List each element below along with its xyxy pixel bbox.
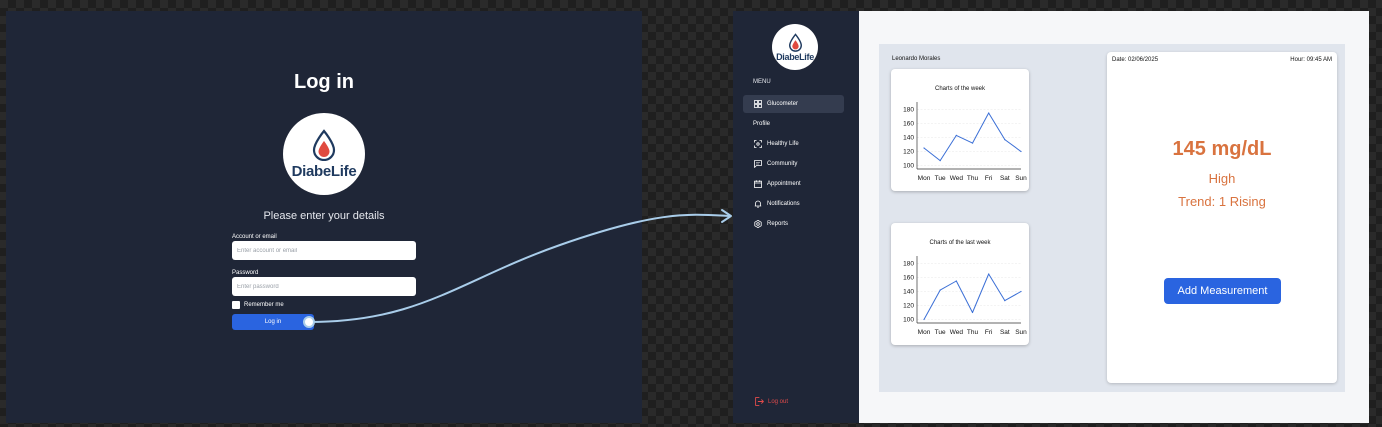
sidebar-item-healthy-life[interactable]: Healthy Life [743, 135, 844, 153]
password-label: Password [232, 270, 259, 276]
y-tick-label: 120 [903, 303, 914, 310]
sidebar-item-label: Glucometer [767, 101, 799, 107]
sidebar-logo-text: DiabeLife [776, 51, 814, 62]
login-subtitle: Please enter your details [263, 210, 385, 222]
logout-label: Log out [768, 398, 789, 405]
reading-card: Date: 02/06/2025 Hour: 09:45 AM 145 mg/d… [1107, 52, 1337, 383]
data-point [955, 280, 957, 282]
menu-label: MENU [753, 79, 771, 85]
grid-icon [753, 100, 762, 109]
gear-icon [753, 220, 762, 229]
data-point [955, 134, 957, 136]
sidebar: DiabeLife MENU Glucometer Profile Health… [733, 11, 859, 423]
remember-label: Remember me [244, 302, 284, 308]
glucose-status: High [1208, 171, 1236, 186]
x-tick-label: Mon [918, 329, 931, 336]
app-logo: DiabeLife [283, 113, 365, 195]
sidebar-item-label: Community [767, 161, 798, 167]
sidebar-item-glucometer[interactable]: Glucometer [743, 95, 844, 113]
data-point [988, 112, 990, 114]
dashboard: Leonardo Morales Charts of the week 100 1… [859, 11, 1369, 423]
remember-me: Remember me [232, 301, 284, 309]
last-week-chart-card: Charts of the last week 100 120 140 160 180 M… [891, 223, 1029, 345]
sidebar-item-reports[interactable]: Reports [743, 215, 844, 233]
x-tick-label: Sun [1015, 175, 1027, 182]
series-line [923, 112, 1022, 162]
blood-drop-icon [312, 128, 336, 161]
data-point [923, 147, 925, 149]
x-tick-label: Thu [967, 175, 979, 182]
data-point [971, 311, 974, 314]
blood-drop-icon [788, 32, 802, 52]
chat-icon [753, 160, 762, 169]
dashboard-panel: Leonardo Morales Charts of the week 100 1… [879, 44, 1345, 392]
add-measurement-button[interactable]: Add Measurement [1164, 278, 1281, 304]
bell-icon [753, 200, 762, 209]
x-tick-label: Sat [1000, 175, 1010, 182]
data-point [988, 273, 990, 275]
y-tick-label: 140 [903, 289, 914, 296]
remember-checkbox[interactable] [232, 301, 240, 309]
y-tick-label: 100 [903, 163, 914, 170]
reading-date: Date: 02/06/2025 [1112, 57, 1159, 63]
y-tick-label: 140 [903, 135, 914, 142]
x-tick-label: Sat [1000, 329, 1010, 336]
data-point [939, 160, 941, 162]
x-tick-label: Wed [950, 329, 964, 336]
x-tick-label: Fri [985, 329, 993, 336]
scan-icon [753, 140, 762, 149]
reading-hour: Hour: 09:45 AM [1290, 57, 1332, 63]
y-tick-label: 100 [903, 317, 914, 324]
account-input[interactable] [232, 241, 416, 260]
sidebar-item-label: Appointment [767, 181, 801, 187]
x-tick-label: Thu [967, 329, 979, 336]
sidebar-item-label: Notifications [767, 201, 800, 207]
glucose-trend: Trend: 1 Rising [1178, 194, 1266, 209]
y-tick-label: 180 [903, 261, 914, 268]
y-tick-label: 180 [903, 107, 914, 114]
logout-icon [755, 397, 764, 406]
sidebar-logo: DiabeLife [772, 24, 818, 70]
data-point [1004, 300, 1006, 302]
data-point [1004, 139, 1006, 141]
y-tick-label: 160 [903, 275, 914, 282]
sidebar-item-notifications[interactable]: Notifications [743, 195, 844, 213]
y-tick-label: 120 [903, 149, 914, 156]
logo-text: DiabeLife [291, 162, 357, 180]
login-title: Log in [294, 71, 354, 93]
x-tick-label: Wed [950, 175, 964, 182]
data-point [971, 142, 974, 144]
x-tick-label: Tue [935, 175, 946, 182]
sidebar-item-appointment[interactable]: Appointment [743, 175, 844, 193]
data-point [939, 289, 941, 291]
x-tick-label: Tue [935, 329, 946, 336]
account-label: Account or email [232, 234, 277, 240]
y-tick-label: 160 [903, 121, 914, 128]
sidebar-item-profile[interactable]: Profile [743, 115, 844, 133]
user-name: Leonardo Morales [892, 56, 941, 62]
x-tick-label: Fri [985, 175, 993, 182]
password-input[interactable] [232, 277, 416, 296]
x-tick-label: Mon [918, 175, 931, 182]
last-week-chart: 100 120 140 160 180 Mon Tue Wed Thu Fri Sat Sun [903, 256, 1027, 336]
glucose-value: 145 mg/dL [1172, 138, 1272, 160]
logout-link[interactable]: Log out [755, 397, 788, 406]
x-tick-label: Sun [1015, 329, 1027, 336]
weekly-chart-card: Charts of the week 100 120 140 160 180 Mon Tue… [891, 69, 1029, 191]
calendar-icon [753, 180, 762, 189]
sidebar-item-label: Reports [767, 221, 789, 227]
data-point [1020, 150, 1022, 153]
weekly-chart: 100 120 140 160 180 Mon Tue Wed Thu Fri Sat Sun [903, 102, 1027, 182]
sidebar-item-community[interactable]: Community [743, 155, 844, 173]
data-point [923, 318, 925, 321]
login-frame: Log in DiabeLife Please enter your detai… [6, 11, 642, 423]
sidebar-item-label: Profile [753, 121, 771, 127]
sidebar-item-label: Healthy Life [767, 141, 799, 147]
data-point [1020, 290, 1022, 293]
login-button[interactable]: Log in [232, 314, 314, 330]
